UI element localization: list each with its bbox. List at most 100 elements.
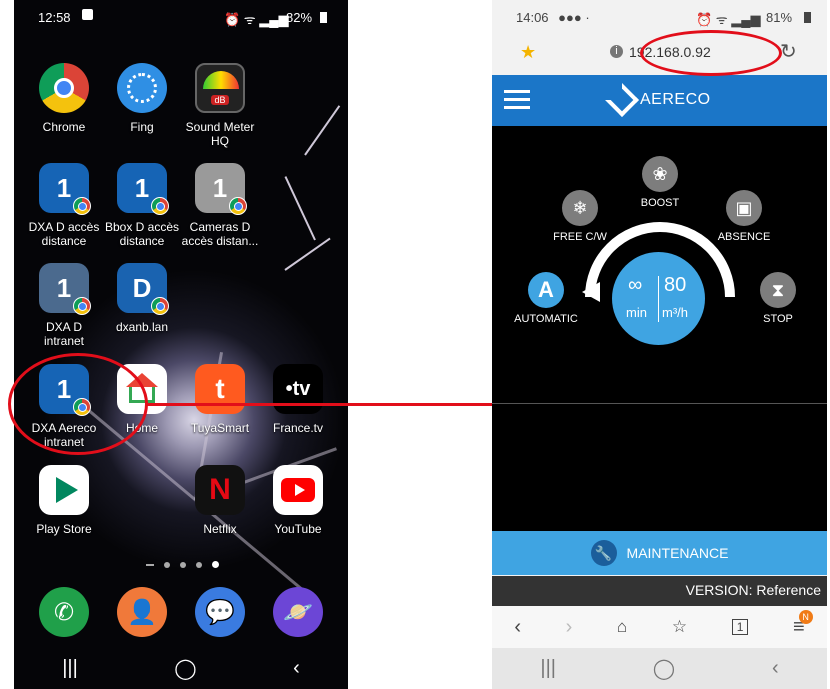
tuya-glyph: t [215,373,225,404]
web-shortcut-icon: 1 [117,163,169,215]
app-netflix[interactable]: N Netflix [178,465,262,536]
web-shortcut-icon: 1 [195,163,247,215]
maintenance-label: MAINTENANCE [626,545,729,561]
aereco-header: AERECO [492,75,827,126]
back-arrow-icon[interactable]: ‹ [514,616,521,639]
maintenance-button[interactable]: 🔧 MAINTENANCE [492,531,827,575]
messages-app-icon[interactable]: 💬 [195,587,245,637]
bookmark-star-icon[interactable]: ★ [520,42,536,63]
status-bar: 14:06 ●●● · ⏰ ᯤ ▂▄▆ 81% [516,10,815,27]
boost-mode[interactable]: ❀ BOOST [637,156,683,209]
home-icon[interactable]: ⌂ [617,617,627,637]
stop-label: STOP [763,313,793,325]
app-cameras-acces-distance[interactable]: 1 Cameras D accès distan... [178,163,262,248]
recents-button[interactable]: ||| [540,657,556,680]
version-bar: VERSION: Reference [492,576,827,606]
app-label: Sound Meter HQ [185,120,255,148]
app-sound-meter[interactable]: dB Sound Meter HQ [178,63,262,148]
status-battery: 82% [286,10,313,25]
airflow-unit: m³/h [662,305,688,320]
status-battery: 81% [766,10,793,25]
aereco-logo-icon [605,83,639,117]
automatic-mode[interactable]: A AUTOMATIC [510,272,582,325]
app-dxanb-lan[interactable]: D dxanb.lan [100,263,184,334]
france-tv-glyph: •tv [285,377,311,400]
home-button[interactable]: ◯ [174,656,196,681]
automatic-glyph: A [538,277,554,302]
browser-screen: 14:06 ●●● · ⏰ ᯤ ▂▄▆ 81% ★ i 192.168.0.92… [492,0,827,689]
recents-button[interactable]: ||| [62,657,78,680]
hourglass-icon: ⧗ [760,272,796,308]
reload-icon[interactable]: ↻ [780,39,797,64]
absence-mode[interactable]: ▣ ABSENCE [714,190,774,243]
netflix-glyph: N [209,473,231,506]
app-france-tv[interactable]: •tv France.tv [256,364,340,435]
battery-icon [804,12,811,23]
tuya-icon: t [195,364,245,414]
chrome-icon [39,63,89,113]
tabs-icon[interactable]: 1 [731,619,749,635]
web-shortcut-icon: 1 [39,163,91,215]
notification-badge: N [798,609,813,624]
shortcut-glyph: D [132,272,152,303]
suitcase-icon: ▣ [726,190,762,226]
annotation-circle-url [640,30,782,76]
hamburger-menu-icon[interactable] [504,90,530,109]
screenshot-icon [82,9,93,20]
phone-app-icon[interactable]: ✆ [39,587,89,637]
duration-unit: min [626,305,647,320]
forward-arrow-icon[interactable]: › [566,616,573,639]
app-bbox-acces-distance[interactable]: 1 Bbox D accès distance [100,163,184,248]
status-icons: ⏰ ᯤ ▂▄▆ [224,12,289,27]
app-label: YouTube [274,522,322,536]
app-label: Fing [130,120,154,134]
automatic-icon: A [528,272,564,308]
contacts-app-icon[interactable]: 👤 [117,587,167,637]
page-indicator [146,561,219,568]
info-icon[interactable]: i [610,45,623,58]
app-label: Play Store [36,522,92,536]
annotation-arrow-line [146,403,508,406]
app-label: DXA D intranet [43,320,85,348]
shortcut-glyph: 1 [212,172,228,203]
notification-icons: ●●● · [558,10,590,25]
divider [492,403,827,404]
app-label: Cameras D accès distan... [181,220,259,248]
free-cw-mode[interactable]: ❄ FREE C/W [550,190,610,243]
brand-name: AERECO [640,91,711,108]
wrench-icon: 🔧 [590,540,617,566]
snowflake-icon: ❄ [562,190,598,226]
youtube-icon [273,465,323,515]
back-button[interactable]: ‹ [772,657,779,680]
france-tv-icon: •tv [273,364,323,414]
internet-app-icon[interactable]: 🪐 [273,587,323,637]
app-label: France.tv [272,421,323,435]
app-dxa-acces-distance[interactable]: 1 DXA D accès distance [22,163,106,248]
app-label: Bbox D accès distance [104,220,180,248]
fan-icon: ❀ [642,156,678,192]
play-store-icon [39,465,89,515]
system-nav-bar: ||| ◯ ‹ [14,648,348,689]
app-label: dxanb.lan [115,320,169,334]
menu-icon[interactable]: ≡ N [793,609,813,639]
sound-meter-badge: dB [211,95,229,105]
bookmark-add-icon[interactable]: ☆ [672,617,687,637]
back-button[interactable]: ‹ [293,657,300,680]
sound-meter-icon: dB [195,63,245,113]
app-fing[interactable]: Fing [100,63,184,134]
app-label: Netflix [203,522,237,536]
home-button[interactable]: ◯ [653,656,675,681]
fing-icon [117,63,167,113]
app-tuyasmart[interactable]: t TuyaSmart [178,364,262,435]
app-youtube[interactable]: YouTube [256,465,340,536]
app-label: Chrome [42,120,86,134]
status-time: 14:06 [516,10,549,25]
battery-icon [320,12,327,23]
app-dxa-intranet[interactable]: 1 DXA D intranet [22,263,106,348]
stop-mode[interactable]: ⧗ STOP [756,272,800,325]
status-icons: ⏰ ᯤ ▂▄▆ [696,12,761,27]
app-chrome[interactable]: Chrome [22,63,106,134]
web-shortcut-icon: D [117,263,169,315]
web-shortcut-icon: 1 [39,263,91,315]
app-play-store[interactable]: Play Store [22,465,106,536]
